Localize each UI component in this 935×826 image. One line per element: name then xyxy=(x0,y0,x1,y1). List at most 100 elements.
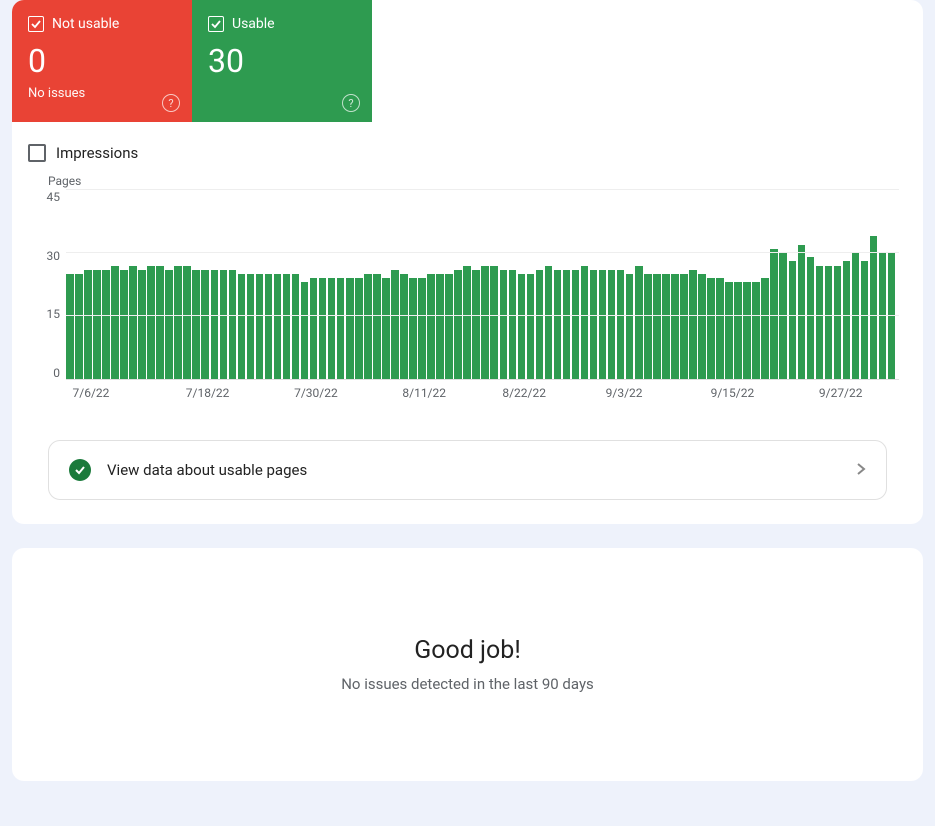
chart-bar xyxy=(337,278,345,379)
x-tick: 9/3/22 xyxy=(606,386,643,400)
chart-bar xyxy=(346,278,354,379)
chart-bar xyxy=(256,274,264,379)
chart-bar xyxy=(129,266,137,379)
y-tick: 45 xyxy=(47,190,61,204)
checkbox-checked-icon xyxy=(28,16,44,32)
view-data-label: View data about usable pages xyxy=(107,461,840,479)
chart-bar xyxy=(599,270,607,379)
help-icon[interactable]: ? xyxy=(342,94,360,112)
chart-bar xyxy=(554,270,562,379)
chart-bar xyxy=(75,274,83,379)
chart-bar xyxy=(364,274,372,379)
chart-bar xyxy=(617,270,625,379)
chart-bar xyxy=(120,270,128,379)
impressions-checkbox[interactable] xyxy=(28,144,46,162)
y-tick: 30 xyxy=(47,249,61,263)
y-tick: 0 xyxy=(53,366,60,380)
chart-bar xyxy=(220,270,228,379)
chart-bar xyxy=(174,266,182,379)
card-value: 0 xyxy=(28,42,176,80)
chart-bar xyxy=(545,266,553,379)
good-job-panel: Good job! No issues detected in the last… xyxy=(12,548,923,781)
chart-bar xyxy=(563,270,571,379)
usability-chart-panel: Not usable 0 No issues ? Usable 30 ? Imp… xyxy=(12,0,923,524)
x-tick: 7/30/22 xyxy=(294,386,338,400)
chart-bar xyxy=(734,282,742,379)
chart-bar xyxy=(608,270,616,379)
good-job-sub: No issues detected in the last 90 days xyxy=(32,675,903,693)
chart-bar xyxy=(355,278,363,379)
chart-bar xyxy=(653,274,661,379)
chart-bar xyxy=(93,270,101,379)
card-usable[interactable]: Usable 30 ? xyxy=(192,0,372,122)
chart-bar xyxy=(183,266,191,379)
chart-bar xyxy=(644,274,652,379)
checkbox-checked-icon xyxy=(208,16,224,32)
impressions-label: Impressions xyxy=(56,144,138,162)
chart-bar xyxy=(274,274,282,379)
x-tick: 7/6/22 xyxy=(73,386,110,400)
chart-bar xyxy=(680,274,688,379)
x-tick: 8/22/22 xyxy=(502,386,546,400)
chart-bar xyxy=(192,270,200,379)
x-tick: 7/18/22 xyxy=(186,386,230,400)
chart-bar xyxy=(761,278,769,379)
chart-bar xyxy=(843,261,851,379)
chart-bar xyxy=(238,274,246,379)
chart-bar xyxy=(626,274,634,379)
chart-bar xyxy=(789,261,797,379)
chart-bar xyxy=(816,266,824,379)
chart-bar xyxy=(247,274,255,379)
chart-bar xyxy=(472,270,480,379)
y-tick: 15 xyxy=(47,307,61,321)
check-circle-icon xyxy=(69,459,91,481)
impressions-toggle-row: Impressions xyxy=(12,122,923,174)
chart-bar xyxy=(807,257,815,379)
chart-bar xyxy=(798,245,806,379)
card-value: 30 xyxy=(208,42,356,80)
chart-bar xyxy=(527,274,535,379)
chart-bar xyxy=(138,270,146,379)
help-icon[interactable]: ? xyxy=(162,94,180,112)
chart-bar xyxy=(536,270,544,379)
chart-bar xyxy=(590,270,598,379)
y-axis-title: Pages xyxy=(48,174,899,188)
card-label: Usable xyxy=(232,16,275,32)
chart-bar xyxy=(400,274,408,379)
x-tick: 9/15/22 xyxy=(711,386,755,400)
chart-bar xyxy=(481,266,489,379)
chart-bar xyxy=(409,278,417,379)
chart-bar xyxy=(292,274,300,379)
chart-bar xyxy=(319,278,327,379)
x-tick: 9/27/22 xyxy=(819,386,863,400)
x-axis-ticks: 7/6/22 7/18/22 7/30/22 8/11/22 8/22/22 9/3/22… xyxy=(66,380,899,400)
chart-bar xyxy=(283,274,291,379)
view-data-link[interactable]: View data about usable pages xyxy=(48,440,887,500)
chart-bar xyxy=(66,274,74,379)
chart-bar xyxy=(102,270,110,379)
y-axis-ticks: 45 30 15 0 xyxy=(36,190,66,380)
chart-bar xyxy=(725,282,733,379)
chart-bar xyxy=(834,266,842,379)
chart-bar xyxy=(373,274,381,379)
chart-bar xyxy=(509,270,517,379)
chart-bar xyxy=(165,270,173,379)
chart-bar xyxy=(870,236,878,379)
chart-area: Pages 45 30 15 0 7/6/22 7/18/22 7/30/22 8/11/2… xyxy=(12,174,923,400)
card-label: Not usable xyxy=(52,16,119,32)
chart-bar xyxy=(391,270,399,379)
chart-bar xyxy=(707,278,715,379)
card-not-usable[interactable]: Not usable 0 No issues ? xyxy=(12,0,192,122)
chart-bar xyxy=(445,274,453,379)
chart-bar xyxy=(84,270,92,379)
chart-bar xyxy=(716,278,724,379)
chart-bar xyxy=(436,274,444,379)
chart-bar xyxy=(671,274,679,379)
chart-bar xyxy=(147,266,155,379)
chart-bar xyxy=(382,278,390,379)
chevron-right-icon xyxy=(856,461,866,480)
x-tick: 8/11/22 xyxy=(402,386,446,400)
chart-bar xyxy=(427,274,435,379)
chart-bar xyxy=(201,270,209,379)
chart-bar xyxy=(229,270,237,379)
